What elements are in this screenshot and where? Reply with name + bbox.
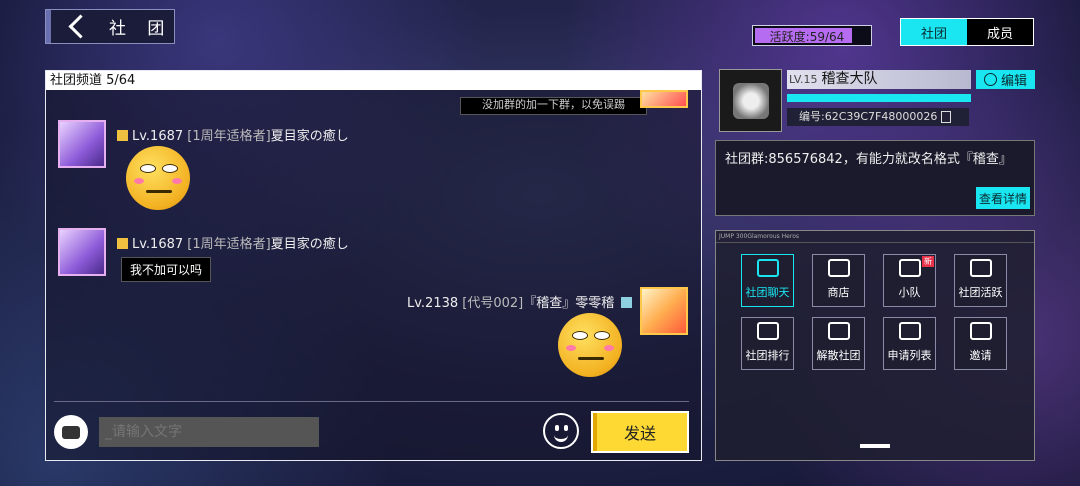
menu-club-ranking[interactable]: 社团排行 — [741, 317, 794, 370]
message-text: 我不加可以吗 — [121, 257, 212, 282]
level-badge-icon — [621, 297, 633, 308]
sender-level: Lv.1687 — [132, 129, 184, 144]
club-notice-text: 社团群:856576842，有能力就改名格式『稽查』 — [725, 152, 1012, 167]
menu-caption: JUMP 300Glamorous Heros — [716, 231, 1034, 243]
club-xp-bar — [787, 94, 971, 102]
eagle-icon — [732, 82, 769, 119]
tab-members[interactable]: 成员 — [967, 19, 1033, 45]
club-id: 编号:62C39C7F48000026 — [787, 108, 969, 126]
divider — [54, 401, 689, 402]
avatar[interactable] — [58, 228, 106, 276]
message-3 — [640, 287, 688, 335]
sender-name: 夏目家の癒し — [270, 237, 349, 252]
message-bubble: 我不加可以吗 — [121, 257, 212, 282]
document-icon — [898, 322, 921, 340]
menu-label: 小队 — [898, 286, 921, 299]
back-button[interactable]: 社 团 — [45, 9, 175, 44]
club-name: 稽查大队 — [821, 71, 878, 87]
message-2-meta: Lv.1687 [1周年适格者]夏目家の癒し — [117, 233, 349, 252]
club-id-text: 编号:62C39C7F48000026 — [799, 110, 938, 123]
menu-club-chat[interactable]: 社团聊天 — [741, 254, 794, 307]
sender-level: Lv.2138 — [407, 296, 459, 311]
emoji-button[interactable] — [543, 413, 579, 449]
activity-bar: 活跃度:59/64 — [752, 25, 872, 46]
page-indicator — [860, 444, 890, 448]
menu-club-activity[interactable]: 社团活跃 — [954, 254, 1007, 307]
message-2 — [58, 228, 106, 276]
handshake-icon — [969, 259, 992, 277]
menu-label: 社团聊天 — [745, 286, 790, 299]
smiley-sticker — [558, 313, 622, 377]
copy-icon[interactable] — [941, 111, 951, 123]
flag-icon — [898, 259, 921, 277]
menu-label: 申请列表 — [887, 349, 932, 362]
page-title: 社 团 — [109, 19, 173, 39]
sender-level: Lv.1687 — [132, 237, 184, 252]
menu-squad[interactable]: 新小队 — [883, 254, 936, 307]
level-badge-icon — [117, 238, 128, 249]
sender-name: 夏目家の癒し — [270, 129, 349, 144]
message-3-meta: Lv.2138 [代号002]『稽查』零零稽 — [407, 292, 636, 311]
menu-label: 社团活跃 — [958, 286, 1003, 299]
tab-club[interactable]: 社团 — [901, 19, 967, 45]
smiley-sticker — [126, 146, 190, 210]
edit-icon — [983, 73, 997, 86]
invite-icon — [969, 322, 992, 340]
send-button[interactable]: 发送 — [591, 411, 689, 453]
avatar[interactable] — [640, 90, 688, 108]
level-badge-icon — [117, 130, 128, 141]
menu-label: 商店 — [827, 286, 850, 299]
chat-channel-button[interactable] — [54, 415, 88, 449]
tab-switcher: 社团 成员 — [900, 18, 1034, 46]
menu-invite[interactable]: 邀请 — [954, 317, 1007, 370]
sender-tag: [1周年适格者] — [187, 129, 271, 144]
crown-icon — [756, 322, 779, 340]
club-name-field: LV.15 稽查大队 — [787, 70, 971, 89]
menu-disband-club[interactable]: 解散社团 — [812, 317, 865, 370]
speech-icon — [62, 425, 80, 439]
chat-title: 社团频道 5/64 — [46, 71, 701, 90]
sender-name: 『稽查』零零稽 — [523, 296, 615, 311]
edit-button[interactable]: 编辑 — [976, 70, 1035, 89]
sender-tag: [代号002] — [462, 296, 524, 311]
chat-icon — [756, 259, 779, 277]
chat-panel: 社团频道 5/64 没加群的加一下群，以免误踢 Lv.1687 [1周年适格者]… — [45, 70, 702, 461]
partial-message-bubble: 没加群的加一下群，以免误踢 — [460, 97, 647, 115]
club-menu: JUMP 300Glamorous Heros 社团聊天 商店 新小队 社团活跃… — [715, 230, 1035, 461]
menu-application-list[interactable]: 申请列表 — [883, 317, 936, 370]
menu-label: 解散社团 — [816, 349, 861, 362]
chevron-left-icon — [68, 14, 93, 39]
menu-shop[interactable]: 商店 — [812, 254, 865, 307]
club-level: LV.15 — [789, 73, 818, 86]
club-emblem — [719, 69, 782, 132]
edit-label: 编辑 — [1000, 74, 1027, 89]
view-details-button[interactable]: 查看详情 — [976, 187, 1030, 209]
menu-label: 社团排行 — [745, 349, 790, 362]
activity-label: 活跃度:59/64 — [769, 30, 845, 44]
avatar[interactable] — [640, 287, 688, 335]
new-badge: 新 — [922, 256, 934, 267]
menu-label: 邀请 — [969, 349, 992, 362]
back-stripe — [46, 10, 51, 43]
message-1-meta: Lv.1687 [1周年适格者]夏目家の癒し — [117, 125, 349, 144]
message-1 — [58, 120, 106, 168]
avatar[interactable] — [58, 120, 106, 168]
message-input[interactable] — [99, 417, 319, 447]
ban-icon — [827, 322, 850, 340]
cart-icon — [827, 259, 850, 277]
sender-tag: [1周年适格者] — [187, 237, 271, 252]
